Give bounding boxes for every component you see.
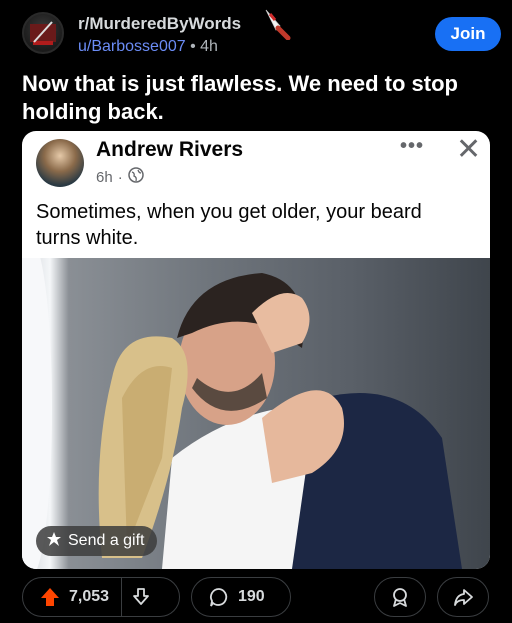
subreddit-name[interactable]: r/MurderedByWords (78, 14, 241, 34)
send-gift-button[interactable]: Send a gift (36, 526, 157, 556)
author-link[interactable]: u/Barbosse007 (78, 38, 186, 55)
embedded-post-meta: 6h · (96, 167, 144, 187)
globe-icon (127, 167, 144, 187)
upvote-icon[interactable] (39, 586, 61, 608)
comment-icon (208, 586, 230, 608)
gift-icon (46, 531, 62, 552)
more-dots-icon: ••• (400, 135, 425, 157)
embedded-author-name: Andrew Rivers (96, 138, 244, 161)
share-icon (452, 586, 474, 608)
award-icon (389, 586, 411, 608)
comment-count: 190 (238, 588, 265, 605)
vote-bar: 7,053 (22, 577, 180, 617)
upvote-count: 7,053 (69, 588, 110, 605)
avatar (36, 139, 84, 187)
close-icon: ✕ (456, 133, 482, 166)
embedded-post-text: Sometimes, when you get older, your bear… (36, 201, 422, 249)
subreddit-avatar[interactable] (22, 12, 64, 54)
vote-divider (121, 577, 123, 617)
embedded-post-time: 6h (96, 168, 113, 186)
post-meta: u/Barbosse007 • 4h (78, 38, 218, 56)
award-button[interactable] (374, 577, 426, 617)
join-button[interactable]: Join (435, 17, 501, 51)
photo (22, 258, 490, 569)
post-title[interactable]: Now that is just flawless. We need to st… (22, 70, 492, 126)
post-age: 4h (200, 38, 218, 55)
comments-button[interactable]: 190 (191, 577, 291, 617)
embedded-post-image[interactable]: Andrew Rivers 6h · ••• ✕ Sometimes, when… (22, 131, 490, 569)
share-button[interactable] (437, 577, 489, 617)
send-gift-label: Send a gift (68, 532, 145, 549)
meta-separator: • (190, 38, 196, 55)
embedded-meta-separator: · (117, 168, 123, 186)
knife-icon (262, 8, 292, 45)
downvote-icon[interactable] (130, 586, 152, 608)
